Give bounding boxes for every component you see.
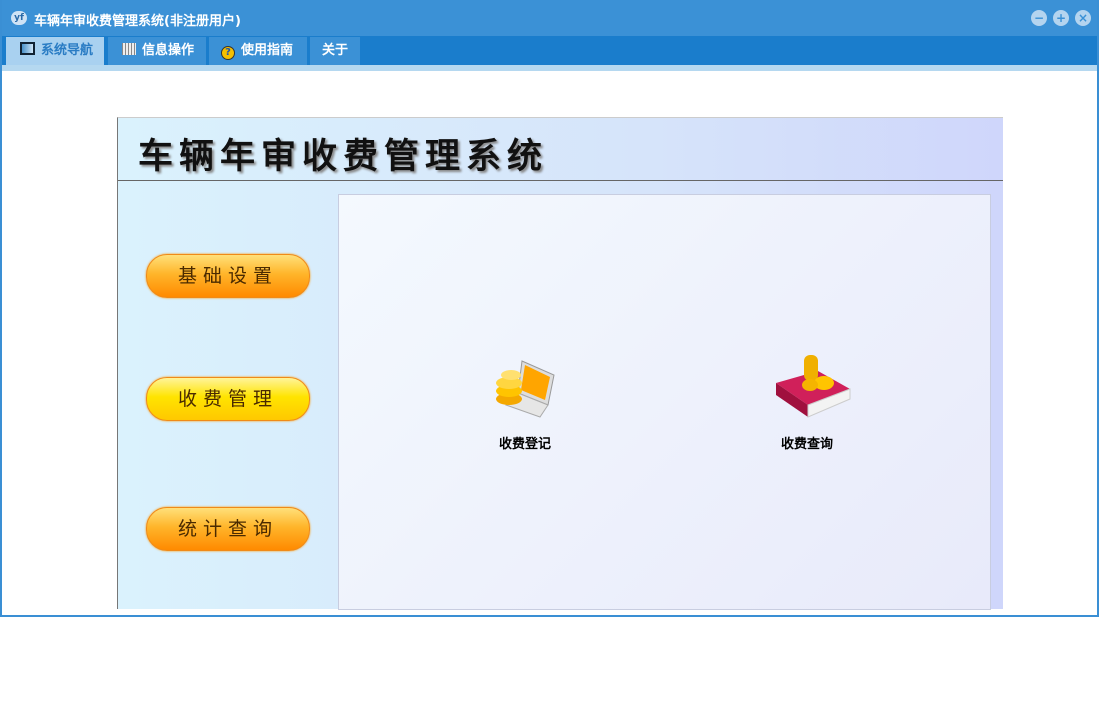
restore-button[interactable]: + [1053,10,1069,26]
tab-label: 关于 [321,43,348,58]
panel-header: 车辆年审收费管理系统 [118,118,1003,181]
tab-label: 使用指南 [241,43,294,58]
fee-query-button[interactable]: 收费查询 [747,353,867,452]
monitor-icon [20,42,35,55]
fee-register-button[interactable]: 收费登记 [465,353,585,452]
tab-guide[interactable]: ? 使用指南 [209,37,307,65]
tab-info-ops[interactable]: 信息操作 [108,37,206,65]
tab-label: 信息操作 [142,43,195,58]
work-area: 收费登记 收费查询 [338,194,991,610]
tab-about[interactable]: 关于 [310,37,360,65]
tab-label: 系统导航 [41,43,94,58]
book-coins-icon [776,355,851,418]
window-title: 车辆年审收费管理系统(非注册用户) [34,14,241,29]
tab-system-nav[interactable]: 系统导航 [6,37,104,65]
system-title: 车辆年审收费管理系统 [138,137,549,177]
basic-settings-button[interactable]: 基础设置 [146,254,310,298]
app-window: yf 车辆年审收费管理系统(非注册用户) − + × 系统导航 信息操作 ? 使用… [0,0,1099,617]
fee-management-button[interactable]: 收费管理 [146,377,310,421]
function-label: 收费登记 [498,437,551,452]
statistics-query-button[interactable]: 统计查询 [146,507,310,551]
function-label: 收费查询 [780,437,833,452]
main-panel: 车辆年审收费管理系统 基础设置 收费管理 统计查询 收费登记 收费查询 [117,117,1003,610]
help-icon: ? [221,46,235,60]
title-bar[interactable]: yf 车辆年审收费管理系统(非注册用户) − + × [2,0,1097,36]
grid-icon [122,43,136,55]
laptop-coins-icon [496,360,555,418]
minimize-button[interactable]: − [1031,10,1047,26]
menu-bar: 系统导航 信息操作 ? 使用指南 关于 [2,36,1097,71]
app-logo-icon: yf [11,11,27,25]
close-button[interactable]: × [1075,10,1091,26]
